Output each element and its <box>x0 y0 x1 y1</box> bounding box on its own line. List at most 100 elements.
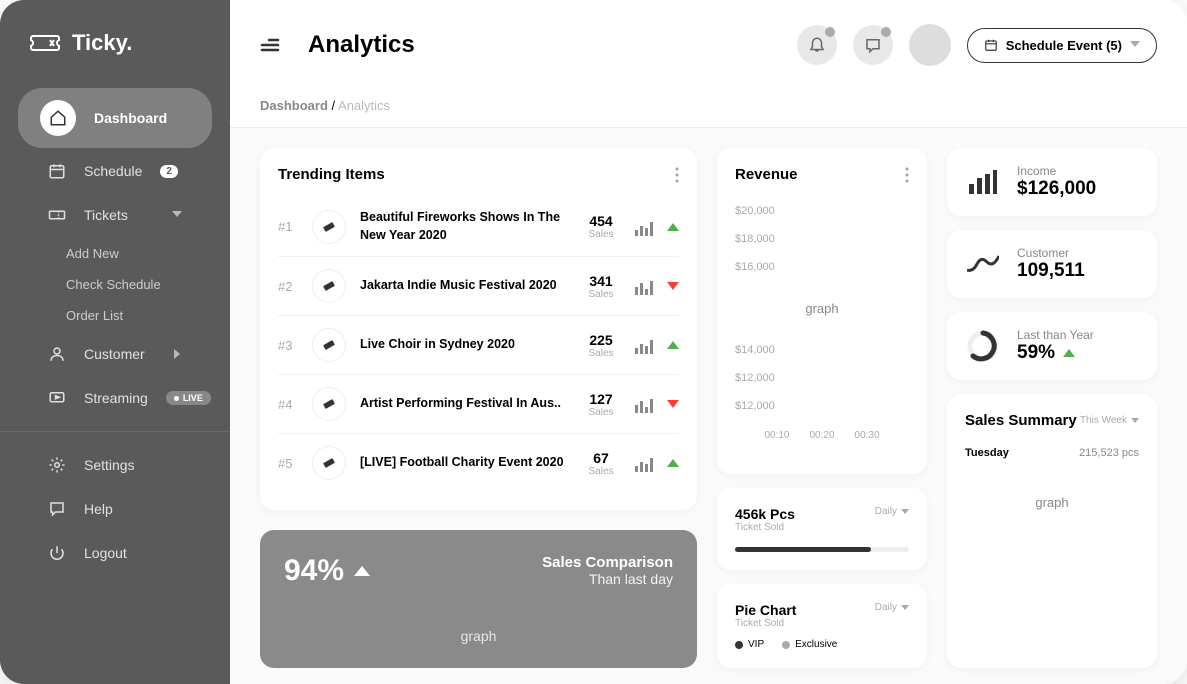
sidebar-item-settings[interactable]: Settings <box>18 444 212 486</box>
gauge-icon <box>966 329 1000 363</box>
chevron-down-icon <box>901 509 909 515</box>
live-badge: LIVE <box>166 391 211 405</box>
sales-summary-graph: graph <box>965 465 1139 520</box>
home-icon <box>49 109 67 127</box>
trend-rank: #3 <box>278 338 298 353</box>
stat-value: 109,511 <box>1017 260 1085 282</box>
chat-icon <box>48 500 66 518</box>
trending-row[interactable]: #5 [LIVE] Football Charity Event 2020 67… <box>278 433 679 492</box>
trend-line-icon <box>967 254 999 274</box>
up-arrow-icon <box>1063 349 1075 357</box>
more-icon[interactable] <box>905 167 909 183</box>
nav-label: Customer <box>84 346 156 362</box>
rev-time-axis: 00:10 00:20 00:30 <box>735 420 909 441</box>
stat-label: Customer <box>1017 246 1085 260</box>
stream-icon <box>48 389 66 407</box>
mini-bar-chart-icon <box>635 395 653 413</box>
sales-comparison-card: 94% Sales Comparison Than last day graph <box>260 530 697 668</box>
schedule-event-button[interactable]: Schedule Event (5) <box>967 28 1157 63</box>
revenue-card: Revenue $20,000 $18,000 $16,000 graph $1… <box>717 148 927 474</box>
main: Analytics Schedule Event (5) Dashboard /… <box>230 0 1187 684</box>
sales-comp-title: Sales Comparison <box>542 554 673 571</box>
sidebar-item-logout[interactable]: Logout <box>18 532 212 574</box>
user-icon <box>48 345 66 363</box>
stat-value: 59% <box>1017 342 1055 364</box>
trend-name: Beautiful Fireworks Shows In The New Yea… <box>360 209 567 244</box>
up-arrow-icon <box>667 459 679 467</box>
sales-summary-card: Sales Summary This Week Tuesday 215,523 … <box>947 394 1157 668</box>
trend-rank: #2 <box>278 279 298 294</box>
ticket-icon <box>312 387 346 421</box>
ss-day: Tuesday <box>965 447 1009 459</box>
power-icon <box>48 544 66 562</box>
stat-last-year: Last than Year 59% <box>947 312 1157 380</box>
menu-toggle-icon[interactable] <box>260 38 280 52</box>
logo[interactable]: Ticky. <box>0 20 230 86</box>
notification-dot <box>881 27 891 37</box>
trending-row[interactable]: #2 Jakarta Indie Music Festival 2020 341… <box>278 256 679 315</box>
down-arrow-icon <box>667 400 679 408</box>
trending-row[interactable]: #1 Beautiful Fireworks Shows In The New … <box>278 197 679 256</box>
sidebar-item-customer[interactable]: Customer <box>18 333 212 375</box>
ticket-icon <box>312 210 346 244</box>
trend-sales: 225Sales <box>581 332 621 359</box>
messages-button[interactable] <box>853 25 893 65</box>
ticket-sold-period-dropdown[interactable]: Daily <box>875 506 909 517</box>
pie-legend: VIP Exclusive <box>735 639 909 650</box>
trend-name: [LIVE] Football Charity Event 2020 <box>360 454 567 472</box>
trend-rank: #4 <box>278 397 298 412</box>
sidebar-item-dashboard[interactable]: Dashboard <box>18 88 212 148</box>
sidebar-sub-add-new[interactable]: Add New <box>0 238 230 269</box>
bell-icon <box>808 36 826 54</box>
mini-bar-chart-icon <box>635 454 653 472</box>
avatar[interactable] <box>909 24 951 66</box>
ticket-icon <box>312 446 346 480</box>
schedule-btn-label: Schedule Event (5) <box>1006 38 1122 53</box>
ticket-icon <box>312 269 346 303</box>
calendar-icon <box>984 38 998 52</box>
nav-label: Settings <box>84 457 182 473</box>
sidebar-sub-order-list[interactable]: Order List <box>0 300 230 331</box>
divider <box>0 431 230 432</box>
stat-label: Income <box>1017 164 1096 178</box>
schedule-badge: 2 <box>160 165 178 178</box>
ticket-sold-progress <box>735 547 909 552</box>
notification-dot <box>825 27 835 37</box>
ticket-sold-card: 456k Pcs Ticket Sold Daily <box>717 488 927 570</box>
stat-income: Income $126,000 <box>947 148 1157 216</box>
trending-row[interactable]: #4 Artist Performing Festival In Aus.. 1… <box>278 374 679 433</box>
nav-label: Tickets <box>84 207 154 223</box>
rev-axis: $12,000 <box>735 392 909 420</box>
breadcrumb-current: Analytics <box>338 98 390 113</box>
rev-axis: $14,000 <box>735 336 909 364</box>
nav-label: Logout <box>84 545 182 561</box>
chevron-down-icon <box>901 605 909 611</box>
sidebar-sub-check-schedule[interactable]: Check Schedule <box>0 269 230 300</box>
trend-sales: 341Sales <box>581 273 621 300</box>
more-icon[interactable] <box>675 167 679 183</box>
sidebar-item-schedule[interactable]: Schedule 2 <box>18 150 212 192</box>
sidebar-item-help[interactable]: Help <box>18 488 212 530</box>
ss-val: 215,523 pcs <box>1079 447 1139 459</box>
up-arrow-icon <box>667 341 679 349</box>
rev-axis: $12,000 <box>735 364 909 392</box>
trend-sales: 127Sales <box>581 391 621 418</box>
up-arrow-icon <box>667 223 679 231</box>
gear-icon <box>48 456 66 474</box>
sales-summary-period-dropdown[interactable]: This Week <box>1080 415 1139 426</box>
sidebar-item-tickets[interactable]: Tickets <box>18 194 212 236</box>
breadcrumb-home[interactable]: Dashboard <box>260 98 328 113</box>
trend-rank: #1 <box>278 219 298 234</box>
ticket-logo-icon <box>30 32 60 54</box>
chevron-right-icon <box>174 349 182 359</box>
sidebar-item-streaming[interactable]: Streaming LIVE <box>18 377 212 419</box>
trending-row[interactable]: #3 Live Choir in Sydney 2020 225Sales <box>278 315 679 374</box>
sales-comp-sub: Than last day <box>542 571 673 587</box>
chevron-down-icon <box>1131 418 1139 424</box>
notifications-button[interactable] <box>797 25 837 65</box>
pie-period-dropdown[interactable]: Daily <box>875 602 909 613</box>
nav-label: Dashboard <box>94 110 182 126</box>
page-title: Analytics <box>308 31 781 59</box>
revenue-graph: graph <box>735 281 909 336</box>
mini-bar-chart-icon <box>635 336 653 354</box>
